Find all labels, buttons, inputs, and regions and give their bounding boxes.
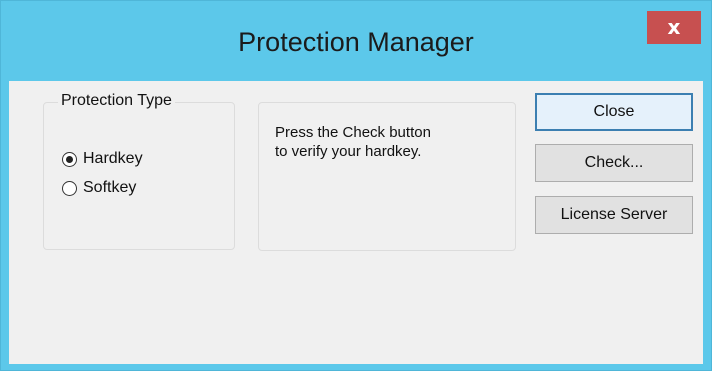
window-close-icon[interactable]: x (647, 11, 701, 44)
title-bar[interactable]: Protection Manager x (1, 1, 711, 81)
radio-softkey[interactable]: Softkey (62, 177, 136, 199)
license-server-button[interactable]: License Server (535, 196, 693, 234)
radio-softkey-label[interactable]: Softkey (83, 179, 136, 197)
status-message: Press the Check button to verify your ha… (275, 124, 431, 160)
radio-softkey-indicator[interactable] (62, 180, 77, 196)
radio-hardkey-label[interactable]: Hardkey (83, 150, 143, 168)
close-button[interactable]: Close (535, 93, 693, 131)
message-panel: Press the Check button to verify your ha… (258, 102, 516, 251)
radio-hardkey[interactable]: Hardkey (62, 148, 143, 170)
dialog-client-area: Protection Type Hardkey Softkey Press th… (9, 81, 703, 364)
protection-manager-window: Protection Manager x Protection Type Har… (0, 0, 712, 371)
window-title: Protection Manager (238, 27, 474, 57)
check-button[interactable]: Check... (535, 144, 693, 182)
radio-hardkey-indicator[interactable] (62, 151, 77, 167)
protection-type-group: Protection Type Hardkey Softkey (43, 92, 235, 250)
protection-type-legend: Protection Type (58, 92, 175, 110)
